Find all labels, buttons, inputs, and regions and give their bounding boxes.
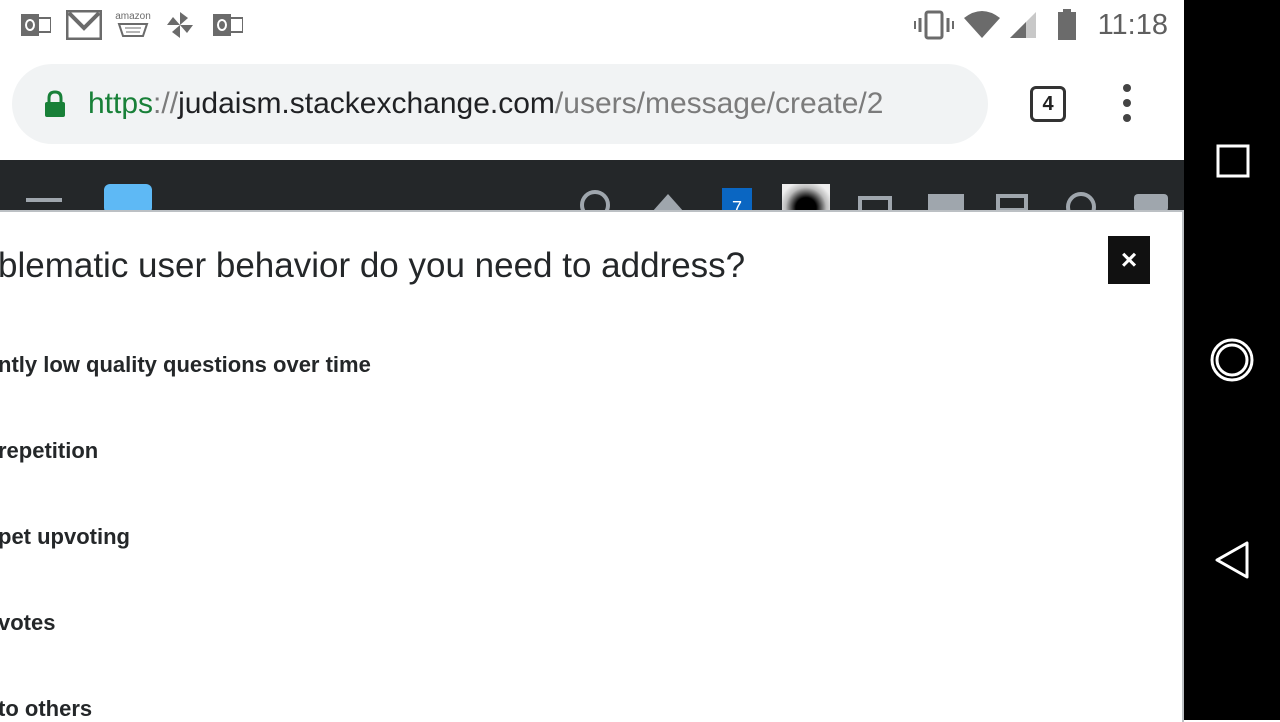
inbox-count-badge[interactable]: 7 [722, 188, 752, 212]
reason-option[interactable]: repetition [0, 438, 98, 464]
home-circle-icon[interactable] [1210, 338, 1254, 382]
gmail-icon [66, 8, 102, 42]
browser-toolbar: https://judaism.stackexchange.com/users/… [0, 50, 1184, 160]
close-button[interactable]: × [1108, 236, 1150, 284]
overflow-menu-icon[interactable] [1112, 84, 1144, 124]
outlook-icon [212, 8, 244, 42]
vibrate-icon [914, 8, 954, 42]
site-logo[interactable] [104, 184, 152, 212]
battery-icon [1054, 8, 1080, 42]
url-path: /users/message/create/2 [554, 87, 884, 120]
pinwheel-icon [164, 8, 196, 42]
status-bar: amazon 11:18 [0, 0, 1184, 50]
reason-option[interactable]: to others [0, 696, 92, 722]
search-icon[interactable] [580, 190, 610, 212]
url-separator: :// [153, 87, 179, 120]
hamburger-menu-icon[interactable] [26, 198, 62, 202]
url-host: judaism.stackexchange.com [178, 87, 555, 120]
url-scheme: https [88, 87, 154, 120]
help-icon[interactable] [1066, 192, 1096, 212]
lock-icon [45, 90, 65, 117]
recents-square-icon[interactable] [1216, 144, 1250, 178]
navigation-bar [1184, 0, 1280, 720]
clock: 11:18 [1097, 9, 1168, 41]
wifi-icon [962, 8, 1002, 42]
amazon-icon: amazon [114, 8, 152, 42]
tab-switcher-button[interactable]: 4 [1030, 86, 1066, 122]
site-topbar: 7 [0, 160, 1184, 212]
avatar[interactable] [782, 184, 830, 212]
back-triangle-icon[interactable] [1214, 540, 1250, 580]
reason-option[interactable]: pet upvoting [0, 524, 130, 550]
dialog-title: blematic user behavior do you need to ad… [0, 246, 746, 285]
outlook-icon [20, 8, 52, 42]
url-text: https://judaism.stackexchange.com/users/… [88, 64, 883, 144]
cell-signal-icon [1006, 8, 1040, 42]
amazon-label: amazon [115, 11, 151, 22]
reason-option[interactable]: ntly low quality questions over time [0, 352, 371, 378]
reason-option[interactable]: votes [0, 610, 55, 636]
address-bar[interactable]: https://judaism.stackexchange.com/users/… [12, 64, 988, 144]
message-user-dialog: blematic user behavior do you need to ad… [0, 210, 1184, 722]
